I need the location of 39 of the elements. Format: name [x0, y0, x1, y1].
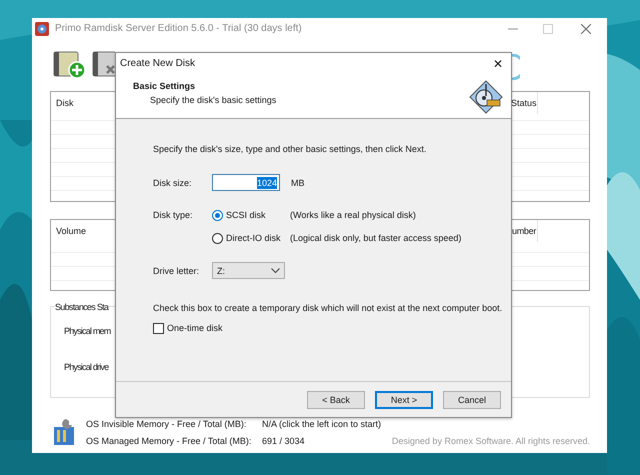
field-label: Disk size: [153, 176, 193, 188]
close-button[interactable]: ✕ [493, 58, 503, 70]
disk-size-field[interactable]: 1024 [212, 174, 280, 191]
field-label: Drive letter: [153, 264, 200, 276]
group-title: Substances Sta [55, 301, 108, 313]
info-value: N/A (click the left icon to start) [262, 418, 382, 430]
instruction-text: Specify the disk's size, type and other basic settings, then click Next. [153, 143, 426, 155]
dialog-button[interactable]: < Back [307, 390, 365, 408]
field-label: Disk type: [153, 209, 193, 221]
chevron-down-icon [271, 268, 280, 274]
column-header: Disk [56, 97, 74, 109]
section-title: Basic Settings [133, 80, 196, 92]
dialog-button[interactable]: Next > [375, 390, 433, 408]
dialog-title: Create New Disk [120, 58, 196, 70]
column-header: Status [511, 97, 537, 109]
radio-button[interactable]: SCSI disk [212, 209, 290, 221]
radio-button[interactable]: Direct-IO disk [212, 232, 290, 244]
column-header: umber [512, 225, 537, 237]
disk-chip-icon [469, 80, 503, 114]
ring-icon[interactable] [512, 54, 520, 80]
column-header: Volume [56, 225, 86, 237]
drive-letter-dropdown[interactable]: Z: [212, 262, 285, 279]
one-time-checkbox[interactable]: One-time disk [153, 322, 223, 334]
instruction-text: Check this box to create a temporary disk which will not exist at the next computer boot. [153, 302, 502, 314]
option-description: (Logical disk only, but faster access speed) [290, 232, 462, 244]
option-description: (Works like a real physical disk) [290, 209, 416, 221]
app-icon [35, 22, 49, 36]
dialog-button[interactable]: Cancel [443, 390, 501, 408]
field-label: Physical mem [64, 325, 110, 337]
info-label: OS Invisible Memory - Free / Total (MB): [86, 418, 248, 430]
unit-label: MB [291, 176, 304, 188]
section-subtitle: Specify the disk's basic settings [150, 94, 276, 106]
add-disk-icon[interactable] [53, 49, 85, 79]
memory-tool-icon[interactable] [52, 417, 76, 447]
field-label: Physical drive [64, 361, 108, 373]
info-label: OS Managed Memory - Free / Total (MB): [86, 434, 252, 446]
info-value: 691 / 3034 [262, 434, 305, 446]
window-title: Primo Ramdisk Server Edition 5.6.0 - Trial (30 days left) [55, 23, 302, 35]
credit-text: Designed by Romex Software. All rights reserved. [392, 434, 590, 446]
